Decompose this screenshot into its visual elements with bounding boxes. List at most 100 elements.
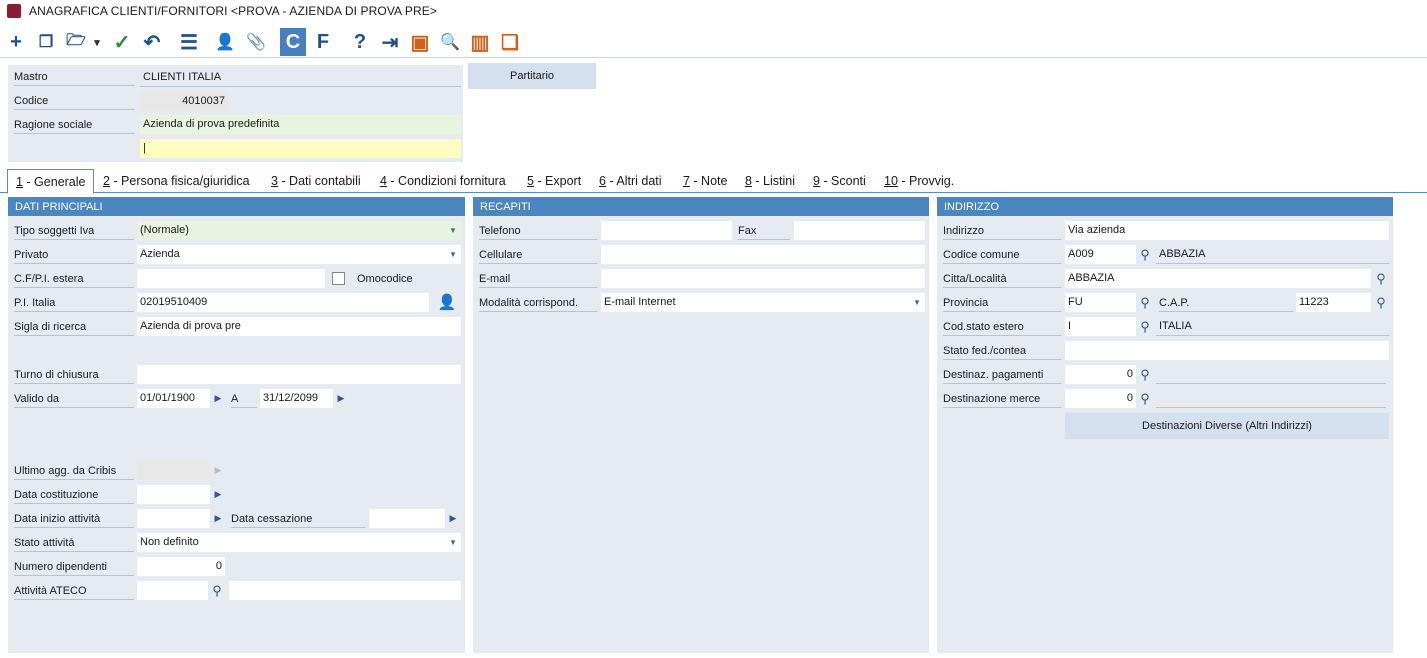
open-folder-icon[interactable]: 🗁 xyxy=(63,28,89,56)
arrow-right-icon[interactable]: ▶ xyxy=(334,389,348,408)
costituzione-label: Data costituzione xyxy=(14,489,134,504)
verify-user-icon[interactable]: 👤 xyxy=(436,292,458,311)
telefono-field[interactable] xyxy=(601,221,732,240)
clients-toggle-c[interactable]: C xyxy=(280,28,306,56)
tab-provvig[interactable]: 10 - Provvig. xyxy=(884,174,954,188)
tab-note[interactable]: 7 - Note xyxy=(683,174,727,188)
tab-key: 6 xyxy=(599,174,606,188)
merce-desc xyxy=(1156,389,1386,408)
exit-icon[interactable]: ⇥ xyxy=(377,28,403,56)
stato-select[interactable]: Non definito xyxy=(137,533,461,552)
cap-label: C.A.P. xyxy=(1159,297,1293,312)
tab-label: - Export xyxy=(533,174,582,188)
confirm-icon[interactable]: ✓ xyxy=(109,28,135,56)
privato-select[interactable]: Azienda xyxy=(137,245,461,264)
mastro-value[interactable]: CLIENTI ITALIA xyxy=(140,68,461,87)
turno-field[interactable] xyxy=(137,365,461,384)
chevron-down-icon[interactable]: ▼ xyxy=(910,293,924,312)
tab-label: - Altri dati xyxy=(605,174,662,188)
attach-icon[interactable]: 📎 xyxy=(243,28,269,56)
arrow-right-icon[interactable]: ▶ xyxy=(211,509,225,528)
ateco-code-field[interactable] xyxy=(137,581,208,600)
dipendenti-field[interactable]: 0 xyxy=(137,557,225,576)
copy-icon[interactable]: ❐ xyxy=(33,28,59,56)
cf-field[interactable] xyxy=(137,269,325,288)
search-doc-icon[interactable]: 🔍 xyxy=(437,28,463,56)
search-icon[interactable]: ⚲ xyxy=(209,581,225,600)
stato-estero-code-field[interactable]: I xyxy=(1065,317,1136,336)
comune-code-field[interactable]: A009 xyxy=(1065,245,1136,264)
sigla-field[interactable]: Azienda di prova pre xyxy=(137,317,461,336)
destinazioni-diverse-button[interactable]: Destinazioni Diverse (Altri Indirizzi) xyxy=(1065,413,1389,439)
arrow-right-icon[interactable]: ▶ xyxy=(211,485,225,504)
tab-label: - Sconti xyxy=(819,174,866,188)
tab-export[interactable]: 5 - Export xyxy=(527,174,581,188)
inizio-field[interactable] xyxy=(137,509,210,528)
undo-icon[interactable]: ↶ xyxy=(139,28,165,56)
privato-label: Privato xyxy=(14,249,134,264)
search-icon[interactable]: ⚲ xyxy=(1137,293,1153,312)
tab-key: 1 xyxy=(16,175,23,189)
provincia-field[interactable]: FU xyxy=(1065,293,1136,312)
ragione-sociale-field[interactable]: Azienda di prova predefinita xyxy=(140,115,461,134)
window-title: ANAGRAFICA CLIENTI/FORNITORI <PROVA - AZ… xyxy=(29,4,437,18)
tab-label: - Dati contabili xyxy=(277,174,361,188)
barcode-icon[interactable]: ▥ xyxy=(467,28,493,56)
chevron-down-icon[interactable]: ▾ xyxy=(91,28,103,56)
chevron-down-icon[interactable]: ▼ xyxy=(446,221,460,240)
menu-icon[interactable]: ☰ xyxy=(176,28,202,56)
partitario-button[interactable]: Partitario xyxy=(468,63,596,89)
inizio-label: Data inizio attività xyxy=(14,513,134,528)
cap-field[interactable]: 11223 xyxy=(1296,293,1371,312)
citta-field[interactable]: ABBAZIA xyxy=(1065,269,1371,288)
tab-dati-contabili[interactable]: 3 - Dati contabili xyxy=(271,174,361,188)
tab-label: - Provvig. xyxy=(897,174,955,188)
dati-principali-header: DATI PRINCIPALI xyxy=(8,197,465,216)
pagamenti-field[interactable]: 0 xyxy=(1065,365,1136,384)
contacts-icon[interactable]: 👤 xyxy=(212,28,238,56)
tab-listini[interactable]: 8 - Listini xyxy=(745,174,795,188)
search-icon[interactable]: ⚲ xyxy=(1373,293,1389,312)
ragione-sociale-2-field[interactable]: | xyxy=(140,139,461,158)
costituzione-field[interactable] xyxy=(137,485,210,504)
arrow-right-icon[interactable]: ▶ xyxy=(446,509,460,528)
email-field[interactable] xyxy=(601,269,925,288)
search-icon[interactable]: ⚲ xyxy=(1137,389,1153,408)
valido-a-field[interactable]: 31/12/2099 xyxy=(260,389,333,408)
chevron-down-icon[interactable]: ▼ xyxy=(446,533,460,552)
fax-field[interactable] xyxy=(794,221,925,240)
chevron-down-icon[interactable]: ▼ xyxy=(446,245,460,264)
tipo-iva-select[interactable]: (Normale) xyxy=(137,221,461,240)
search-icon[interactable]: ⚲ xyxy=(1373,269,1389,288)
turno-label: Turno di chiusura xyxy=(14,369,134,384)
suppliers-toggle-f[interactable]: F xyxy=(310,28,336,56)
codice-field[interactable]: 4010037 xyxy=(140,92,228,111)
tab-altri-dati[interactable]: 6 - Altri dati xyxy=(599,174,662,188)
indirizzo-field[interactable]: Via azienda xyxy=(1065,221,1389,240)
cessazione-field[interactable] xyxy=(369,509,445,528)
search-icon[interactable]: ⚲ xyxy=(1137,365,1153,384)
tab-condizioni[interactable]: 4 - Condizioni fornitura xyxy=(380,174,506,188)
help-icon[interactable]: ? xyxy=(347,28,373,56)
cf-label: C.F/P.I. estera xyxy=(14,273,134,288)
stato-fed-field[interactable] xyxy=(1065,341,1389,360)
tab-key: 8 xyxy=(745,174,752,188)
modalita-select[interactable]: E-mail Internet xyxy=(601,293,925,312)
search-icon[interactable]: ⚲ xyxy=(1137,317,1153,336)
valido-da-field[interactable]: 01/01/1900 xyxy=(137,389,210,408)
pi-field[interactable]: 02019510409 xyxy=(137,293,429,312)
merce-field[interactable]: 0 xyxy=(1065,389,1136,408)
cribis-label: Ultimo agg. da Cribis xyxy=(14,465,134,480)
pagamenti-desc xyxy=(1156,365,1386,384)
ateco-desc-field[interactable] xyxy=(229,581,461,600)
documents-icon[interactable]: ❏ xyxy=(497,28,523,56)
tab-persona[interactable]: 2 - Persona fisica/giuridica xyxy=(103,174,250,188)
arrow-right-icon[interactable]: ▶ xyxy=(211,389,225,408)
add-icon[interactable]: + xyxy=(3,28,29,56)
tab-generale[interactable]: 1 - Generale xyxy=(7,169,95,194)
search-icon[interactable]: ⚲ xyxy=(1137,245,1153,264)
tab-sconti[interactable]: 9 - Sconti xyxy=(813,174,866,188)
cellulare-field[interactable] xyxy=(601,245,925,264)
omocodice-checkbox[interactable] xyxy=(332,272,345,285)
briefcase-icon[interactable]: ▣ xyxy=(407,28,433,56)
